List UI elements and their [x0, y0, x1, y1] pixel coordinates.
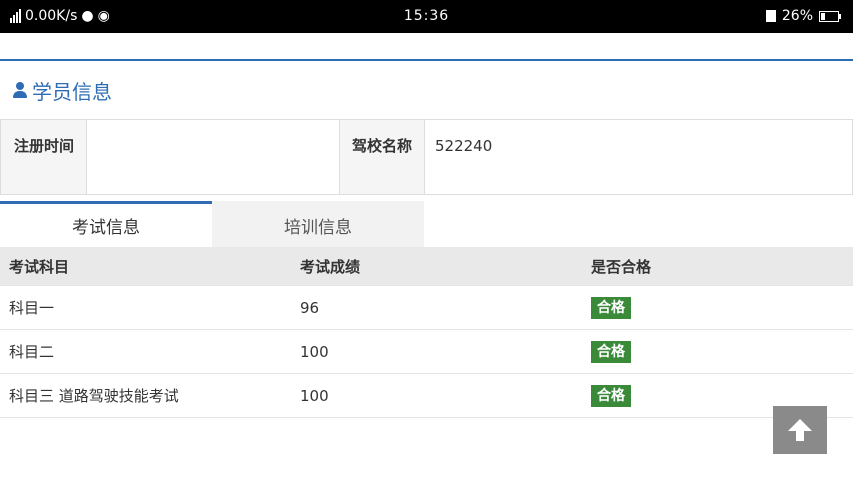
header-pass: 是否合格	[582, 247, 853, 286]
tab-bar: 考试信息 培训信息	[0, 201, 424, 247]
school-value: 522240	[435, 137, 493, 155]
row-score: 100	[291, 373, 582, 418]
pass-badge: 合格	[591, 296, 631, 319]
student-info-table: 注册时间 驾校名称 522240	[0, 119, 853, 195]
table-row: 科目一 96 合格	[0, 285, 853, 330]
pass-badge: 合格	[591, 340, 631, 363]
row-subject: 科目二	[0, 329, 291, 374]
back-to-top-button[interactable]	[773, 406, 827, 454]
reg-time-value	[87, 120, 340, 194]
status-right: 26%	[765, 8, 841, 24]
row-score: 96	[291, 285, 582, 330]
pass-badge: 合格	[591, 384, 631, 407]
row-pass-cell: 合格	[582, 329, 853, 374]
tab-training-info[interactable]: 培训信息	[212, 201, 424, 247]
row-subject: 科目三 道路驾驶技能考试	[0, 373, 291, 418]
row-pass-cell: 合格	[582, 285, 853, 330]
battery-icon	[819, 10, 841, 22]
battery-level: 26%	[781, 8, 813, 24]
reg-time-label: 注册时间	[1, 120, 87, 194]
exam-results-table: 考试科目 考试成绩 是否合格 科目一 96 合格 科目二 100 合格 科目三 …	[0, 247, 853, 418]
section-header: 学员信息	[0, 61, 853, 119]
row-score: 100	[291, 329, 582, 374]
section-title: 学员信息	[32, 79, 112, 104]
header-score: 考试成绩	[291, 247, 582, 286]
sim-icon	[765, 10, 776, 22]
arrow-up-icon	[788, 419, 812, 441]
table-header-row: 考试科目 考试成绩 是否合格	[0, 247, 853, 286]
school-label: 驾校名称	[340, 120, 425, 194]
status-time: 15:36	[403, 8, 450, 24]
header-subject: 考试科目	[0, 247, 291, 286]
status-bar: 0.00K/s ● ◉ 15:36 26%	[0, 0, 853, 33]
row-subject: 科目一	[0, 285, 291, 330]
table-row: 科目三 道路驾驶技能考试 100 合格	[0, 373, 853, 418]
table-row: 科目二 100 合格	[0, 329, 853, 374]
tab-exam-info[interactable]: 考试信息	[0, 201, 212, 247]
user-icon	[12, 82, 28, 98]
